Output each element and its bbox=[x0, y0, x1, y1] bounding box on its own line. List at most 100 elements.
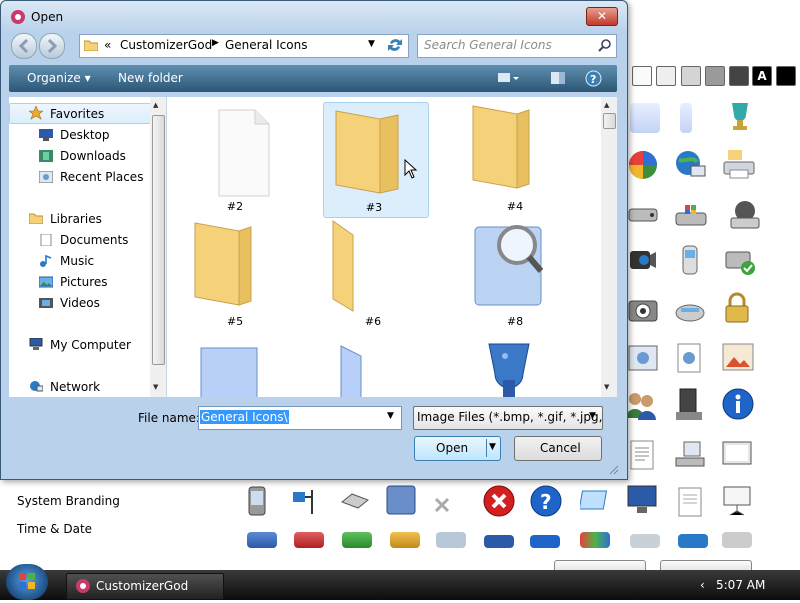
monitor-icon[interactable] bbox=[627, 485, 657, 515]
taskbar-preview-icon[interactable] bbox=[484, 535, 514, 548]
swatch-dark[interactable] bbox=[729, 66, 749, 86]
display-icon[interactable] bbox=[722, 440, 752, 470]
lock-icon[interactable] bbox=[724, 292, 754, 323]
device-small-icon[interactable] bbox=[630, 534, 660, 548]
nav-my-computer[interactable]: My Computer bbox=[50, 338, 131, 352]
view-options-icon[interactable] bbox=[497, 71, 519, 85]
resize-grip-icon[interactable] bbox=[607, 463, 619, 475]
printer-folder-icon[interactable] bbox=[722, 148, 755, 179]
new-folder-button[interactable]: New folder bbox=[118, 71, 183, 85]
forward-button[interactable] bbox=[39, 33, 65, 59]
open-button[interactable]: Open ▼ bbox=[414, 436, 501, 461]
back-button[interactable] bbox=[11, 33, 37, 59]
file-list-scrollbar[interactable]: ▲ ▼ bbox=[601, 97, 617, 397]
blue-window-icon[interactable] bbox=[530, 535, 560, 548]
hard-drive-icon[interactable] bbox=[628, 205, 658, 235]
show-hidden-icons-button[interactable]: ‹ bbox=[700, 578, 705, 592]
file-name-input[interactable]: General Icons\#2 ▼ bbox=[198, 406, 402, 430]
address-overflow-chevron[interactable]: « bbox=[104, 38, 111, 52]
swatch-black[interactable] bbox=[776, 66, 796, 86]
users-icon[interactable] bbox=[625, 390, 656, 420]
file-item[interactable]: #8 bbox=[465, 217, 565, 329]
nav-pictures[interactable]: Pictures bbox=[60, 275, 108, 289]
colorful-app-icon[interactable] bbox=[580, 532, 610, 548]
refresh-button[interactable] bbox=[384, 34, 409, 58]
breadcrumb-separator-icon[interactable]: ▶ bbox=[212, 38, 219, 48]
nav-favorites[interactable]: Favorites bbox=[50, 107, 104, 121]
taskbar-clock[interactable]: 5:07 AM bbox=[716, 578, 765, 592]
remove-icon[interactable] bbox=[432, 495, 462, 525]
scrollbar-thumb[interactable] bbox=[603, 113, 616, 129]
help-question-icon[interactable]: ? bbox=[530, 485, 562, 517]
list-item-time-date[interactable]: Time & Date bbox=[17, 522, 92, 536]
dvd-drive-icon[interactable] bbox=[730, 200, 760, 230]
info-icon[interactable] bbox=[722, 388, 754, 420]
projector-screen-icon[interactable] bbox=[722, 485, 752, 516]
monitor-small-icon[interactable] bbox=[436, 532, 466, 548]
scroll-up-arrow-icon[interactable]: ▲ bbox=[153, 101, 158, 109]
nav-network[interactable]: Network bbox=[50, 380, 100, 394]
windows-media-icon[interactable] bbox=[628, 150, 658, 180]
pda-icon[interactable] bbox=[247, 486, 277, 516]
blue-panel-icon[interactable] bbox=[386, 485, 416, 515]
gear-small-icon[interactable] bbox=[722, 532, 752, 548]
network-globe-icon[interactable] bbox=[675, 150, 706, 180]
breadcrumb-customizergod[interactable]: CustomizerGod bbox=[120, 38, 212, 52]
picture-frame-icon[interactable] bbox=[722, 343, 754, 373]
address-dropdown-icon[interactable]: ▼ bbox=[368, 39, 375, 49]
cancel-button[interactable]: Cancel bbox=[514, 436, 602, 461]
preview-pane-icon[interactable] bbox=[550, 71, 566, 85]
error-icon[interactable] bbox=[483, 485, 515, 517]
close-button[interactable]: ✕ bbox=[586, 7, 618, 26]
swatch-gray[interactable] bbox=[681, 66, 701, 86]
address-bar[interactable]: « CustomizerGod ▶ General Icons ▼ bbox=[79, 34, 386, 58]
gear-document-icon[interactable] bbox=[675, 343, 705, 373]
scrollbar-thumb[interactable] bbox=[152, 115, 165, 365]
nav-music[interactable]: Music bbox=[60, 254, 94, 268]
camcorder-icon[interactable] bbox=[628, 245, 658, 275]
text-document-icon[interactable] bbox=[630, 440, 660, 470]
nav-libraries[interactable]: Libraries bbox=[50, 212, 102, 226]
shield-blue-icon[interactable] bbox=[247, 532, 277, 548]
file-type-select[interactable]: Image Files (*.bmp, *.gif, *.jpg, ▼ bbox=[413, 406, 603, 430]
nav-downloads[interactable]: Downloads bbox=[60, 149, 126, 163]
network-device-icon[interactable] bbox=[674, 440, 705, 470]
swatch-light[interactable] bbox=[656, 66, 676, 86]
swatch-white[interactable] bbox=[632, 66, 652, 86]
swatch-text-black[interactable]: A bbox=[752, 66, 772, 86]
scanner-icon[interactable] bbox=[675, 300, 705, 330]
list-item-system-branding[interactable]: System Branding bbox=[17, 494, 120, 508]
file-item[interactable]: #6 bbox=[323, 217, 423, 329]
camera-icon[interactable] bbox=[628, 295, 658, 325]
help-icon[interactable]: ? bbox=[585, 70, 602, 87]
dialog-titlebar[interactable]: Open ✕ bbox=[1, 1, 627, 33]
shield-green-icon[interactable] bbox=[342, 532, 372, 548]
file-item[interactable] bbox=[465, 340, 565, 397]
search-input[interactable]: Search General Icons bbox=[417, 34, 617, 58]
flatbed-scanner-icon[interactable] bbox=[340, 492, 370, 522]
glass-panel-narrow-icon[interactable] bbox=[680, 103, 692, 133]
open-dropdown-icon[interactable]: ▼ bbox=[489, 442, 496, 452]
file-item[interactable]: #2 bbox=[185, 102, 285, 214]
mobile-phone-icon[interactable] bbox=[680, 245, 710, 275]
file-item[interactable] bbox=[185, 340, 285, 397]
taskbar-item-customizergod[interactable]: CustomizerGod bbox=[66, 573, 224, 600]
file-item-selected[interactable]: #3 bbox=[323, 102, 429, 218]
settings-panel-icon[interactable] bbox=[628, 345, 658, 375]
scroll-down-arrow-icon[interactable]: ▼ bbox=[153, 383, 158, 391]
nav-recent-places[interactable]: Recent Places bbox=[60, 170, 143, 184]
blue-card-icon[interactable] bbox=[578, 488, 610, 518]
file-item[interactable] bbox=[323, 340, 423, 397]
file-type-dropdown-icon[interactable]: ▼ bbox=[589, 411, 596, 421]
network-connection-icon[interactable] bbox=[292, 488, 322, 518]
nav-documents[interactable]: Documents bbox=[60, 233, 128, 247]
server-icon[interactable] bbox=[674, 388, 704, 420]
start-button[interactable] bbox=[6, 564, 48, 600]
search-icon[interactable] bbox=[598, 38, 612, 52]
file-name-dropdown-icon[interactable]: ▼ bbox=[387, 411, 394, 421]
file-item[interactable]: #5 bbox=[185, 217, 285, 329]
nav-desktop[interactable]: Desktop bbox=[60, 128, 110, 142]
navigation-scrollbar[interactable]: ▲ ▼ bbox=[150, 97, 166, 397]
shield-red-icon[interactable] bbox=[294, 532, 324, 548]
nav-videos[interactable]: Videos bbox=[60, 296, 100, 310]
